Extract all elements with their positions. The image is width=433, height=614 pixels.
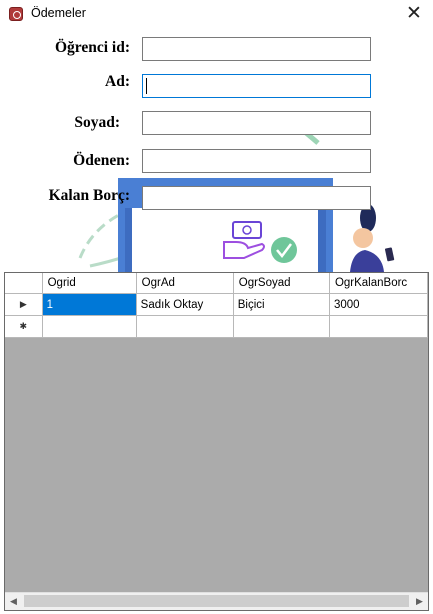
column-header-ogrid[interactable]: Ogrid <box>42 273 137 294</box>
name-label: Ad: <box>105 73 130 90</box>
name-field[interactable] <box>142 74 371 98</box>
column-header-ograd[interactable]: OgrAd <box>136 273 234 294</box>
new-cell[interactable] <box>233 315 330 338</box>
close-button[interactable]: ✕ <box>401 2 427 26</box>
column-header-ogrkalanborc[interactable]: OgrKalanBorc <box>329 273 428 294</box>
scroll-thumb[interactable] <box>24 595 409 607</box>
text-caret <box>146 78 147 94</box>
title-bar: Ödemeler ✕ <box>0 0 433 28</box>
new-cell[interactable] <box>329 315 428 338</box>
new-row[interactable]: ✱ <box>5 315 428 338</box>
paid-label: Ödenen: <box>73 152 130 169</box>
scroll-right-icon[interactable]: ▶ <box>411 593 428 610</box>
table-row[interactable]: ▶ 1 Sadık Oktay Biçici 3000 <box>5 293 428 316</box>
new-cell[interactable] <box>136 315 234 338</box>
new-row-indicator[interactable]: ✱ <box>5 315 43 338</box>
current-row-indicator[interactable]: ▶ <box>5 293 43 316</box>
surname-field[interactable] <box>142 111 371 135</box>
paid-field[interactable] <box>142 149 371 173</box>
app-icon <box>9 7 23 21</box>
student-id-label: Öğrenci id: <box>54 39 130 56</box>
grid-table: Ogrid OgrAd OgrSoyad OgrKalanBorc ▶ 1 Sa… <box>5 273 428 338</box>
remaining-debt-label: Kalan Borç: <box>48 187 130 204</box>
student-id-field[interactable] <box>142 37 371 61</box>
cell-ogrkalanborc[interactable]: 3000 <box>329 293 428 316</box>
scroll-left-icon[interactable]: ◀ <box>5 593 22 610</box>
payments-grid[interactable]: Ogrid OgrAd OgrSoyad OgrKalanBorc ▶ 1 Sa… <box>4 272 429 611</box>
column-header-ogrsoyad[interactable]: OgrSoyad <box>233 273 330 294</box>
cell-ogrid[interactable]: 1 <box>42 293 137 316</box>
new-cell[interactable] <box>42 315 137 338</box>
horizontal-scrollbar[interactable]: ◀ ▶ <box>5 592 428 610</box>
remaining-debt-field[interactable] <box>142 186 371 210</box>
window-title: Ödemeler <box>31 6 86 20</box>
corner-header[interactable] <box>5 273 43 294</box>
surname-label: Soyad: <box>74 114 120 131</box>
cell-ograd[interactable]: Sadık Oktay <box>136 293 234 316</box>
grid-header-row: Ogrid OgrAd OgrSoyad OgrKalanBorc <box>5 273 428 294</box>
cell-ogrsoyad[interactable]: Biçici <box>233 293 330 316</box>
